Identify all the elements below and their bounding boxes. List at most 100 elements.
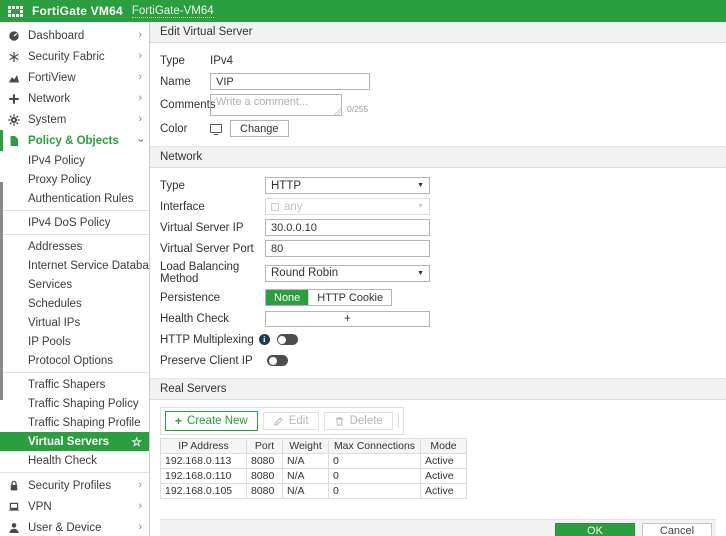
- cell-max-connections: 0: [329, 454, 421, 469]
- virtual-server-port-input[interactable]: [265, 240, 430, 257]
- sidebar-scrollbar[interactable]: [0, 182, 3, 400]
- chevron-right-icon: ›: [138, 51, 142, 62]
- sidebar-item-schedules[interactable]: Schedules: [0, 294, 149, 313]
- type-value: IPv4: [210, 55, 233, 67]
- sidebar-item-label: VPN: [28, 501, 52, 513]
- sidebar-item-protocol-options[interactable]: Protocol Options: [0, 351, 149, 370]
- sidebar-item-virtual-ips[interactable]: Virtual IPs: [0, 313, 149, 332]
- sidebar-item-policy-objects[interactable]: Policy & Objects›: [0, 130, 149, 151]
- sidebar-separator: [0, 472, 149, 473]
- sidebar-item-health-check[interactable]: Health Check: [0, 451, 149, 470]
- sidebar-item-system[interactable]: System›: [0, 109, 149, 130]
- net-type-select[interactable]: HTTP ▼: [265, 177, 430, 194]
- sidebar-item-label: Traffic Shaping Policy: [28, 398, 139, 410]
- sidebar-item-ip-pools[interactable]: IP Pools: [0, 332, 149, 351]
- real-servers-toolbar: + Create New Edit Delete: [160, 407, 404, 435]
- security-fabric-icon: [8, 51, 21, 63]
- sidebar-item-security-fabric[interactable]: Security Fabric›: [0, 46, 149, 67]
- sidebar-item-user-device[interactable]: User & Device ›: [0, 517, 149, 536]
- preserve-client-ip-toggle[interactable]: [267, 355, 288, 366]
- cell-port: 8080: [247, 469, 283, 484]
- sidebar-item-label: Network: [28, 93, 70, 105]
- chevron-down-icon: ▼: [417, 203, 424, 210]
- comments-input[interactable]: [210, 94, 342, 116]
- info-icon[interactable]: i: [259, 334, 270, 345]
- sidebar-item-label: IPv4 Policy: [28, 155, 85, 167]
- sidebar-item-traffic-shaping-profile[interactable]: Traffic Shaping Profile: [0, 413, 149, 432]
- cell-weight: N/A: [283, 454, 329, 469]
- column-header-port[interactable]: Port: [247, 439, 283, 454]
- preserve-client-ip-label: Preserve Client IP: [160, 355, 263, 367]
- health-check-add-button[interactable]: +: [265, 311, 430, 327]
- persistence-option-none[interactable]: None: [266, 290, 308, 305]
- sidebar-item-authentication-rules[interactable]: Authentication Rules: [0, 189, 149, 208]
- cell-ip-address: 192.168.0.113: [161, 454, 247, 469]
- real-servers-section-title: Real Servers: [150, 378, 726, 400]
- cancel-button[interactable]: Cancel: [642, 523, 712, 536]
- sidebar-item-label: Health Check: [28, 455, 97, 467]
- pencil-icon: [273, 416, 284, 427]
- sidebar-item-ipv4-policy[interactable]: IPv4 Policy: [0, 151, 149, 170]
- virtual-server-port-label: Virtual Server Port: [160, 243, 265, 255]
- chevron-right-icon: ›: [138, 72, 142, 83]
- load-balancing-label: Load Balancing Method: [160, 261, 265, 285]
- name-input[interactable]: [210, 73, 370, 90]
- policy-objects-icon: [8, 135, 21, 147]
- sidebar-item-addresses[interactable]: Addresses: [0, 237, 149, 256]
- chevron-down-icon: ▼: [417, 270, 424, 277]
- net-type-label: Type: [160, 180, 265, 192]
- table-row[interactable]: 192.168.0.1108080N/A0Active: [161, 469, 467, 484]
- vpn-icon: [8, 501, 21, 513]
- name-label: Name: [160, 76, 210, 88]
- hostname-dropdown[interactable]: FortiGate-VM64: [132, 5, 214, 18]
- network-section-title: Network: [150, 146, 726, 168]
- main-content: Edit Virtual Server Type IPv4 Name Comme…: [150, 22, 726, 536]
- chevron-right-icon: ›: [138, 522, 142, 533]
- sidebar-item-label: Security Profiles: [28, 480, 111, 492]
- sidebar-item-label: User & Device: [28, 522, 102, 534]
- sidebar-item-label: Proxy Policy: [28, 174, 91, 186]
- sidebar-item-label: Virtual IPs: [28, 317, 80, 329]
- chevron-down-icon: ▼: [417, 182, 424, 189]
- sidebar-item-virtual-servers[interactable]: Virtual Servers ☆: [0, 432, 149, 451]
- sidebar-item-internet-service-database[interactable]: Internet Service Database: [0, 256, 149, 275]
- security-profiles-icon: [8, 480, 21, 492]
- virtual-server-ip-input[interactable]: [265, 219, 430, 236]
- ok-button[interactable]: OK: [555, 523, 635, 536]
- type-label: Type: [160, 55, 210, 67]
- real-servers-table-head: IP AddressPortWeightMax ConnectionsMode: [161, 439, 467, 454]
- sidebar-item-vpn[interactable]: VPN›: [0, 496, 149, 517]
- sidebar-item-label: Policy & Objects: [28, 135, 119, 147]
- sidebar-item-proxy-policy[interactable]: Proxy Policy: [0, 170, 149, 189]
- create-new-button[interactable]: + Create New: [165, 411, 258, 431]
- cell-port: 8080: [247, 484, 283, 499]
- table-row[interactable]: 192.168.0.1138080N/A0Active: [161, 454, 467, 469]
- sidebar-item-services[interactable]: Services: [0, 275, 149, 294]
- real-servers-table-body: 192.168.0.1138080N/A0Active192.168.0.110…: [161, 454, 467, 499]
- sidebar-item-network[interactable]: Network›: [0, 88, 149, 109]
- interface-label: Interface: [160, 201, 265, 213]
- persistence-option-http-cookie[interactable]: HTTP Cookie: [308, 290, 391, 305]
- plus-icon: +: [175, 414, 182, 428]
- column-header-max-connections[interactable]: Max Connections: [329, 439, 421, 454]
- sidebar-item-traffic-shapers[interactable]: Traffic Shapers: [0, 375, 149, 394]
- cell-mode: Active: [421, 454, 467, 469]
- sidebar-item-label: Virtual Servers: [28, 436, 109, 448]
- column-header-ip-address[interactable]: IP Address: [161, 439, 247, 454]
- sidebar-item-ipv4-dos-policy[interactable]: IPv4 DoS Policy: [0, 213, 149, 232]
- column-header-mode[interactable]: Mode: [421, 439, 467, 454]
- sidebar-separator: [0, 234, 149, 235]
- table-row[interactable]: 192.168.0.1058080N/A0Active: [161, 484, 467, 499]
- chevron-right-icon: ›: [138, 480, 142, 491]
- column-header-weight[interactable]: Weight: [283, 439, 329, 454]
- star-icon[interactable]: ☆: [131, 435, 142, 449]
- sidebar-item-traffic-shaping-policy[interactable]: Traffic Shaping Policy: [0, 394, 149, 413]
- sidebar-item-dashboard[interactable]: Dashboard›: [0, 25, 149, 46]
- load-balancing-select[interactable]: Round Robin ▼: [265, 265, 430, 282]
- sidebar-item-fortiview[interactable]: FortiView›: [0, 67, 149, 88]
- change-color-button[interactable]: Change: [230, 120, 289, 137]
- http-multiplexing-toggle[interactable]: [277, 334, 298, 345]
- color-swatch-icon: [210, 124, 222, 133]
- sidebar-item-security-profiles[interactable]: Security Profiles ›: [0, 475, 149, 496]
- sidebar-item-label: Authentication Rules: [28, 193, 133, 205]
